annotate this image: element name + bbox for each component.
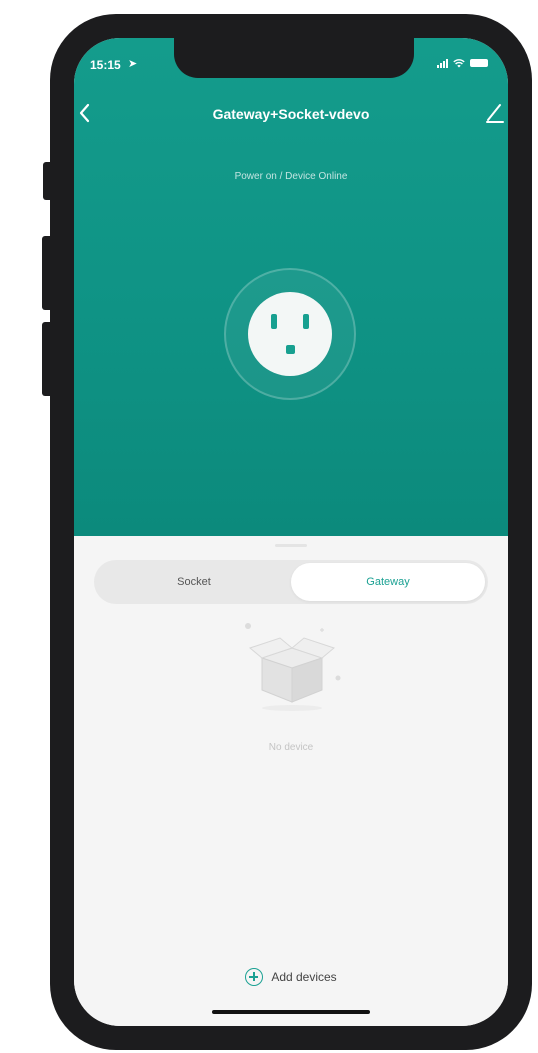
notch [174, 38, 414, 78]
app-screen: 15:15 ➤ Gateway+Socket-vdevo Power on / … [74, 38, 508, 1026]
empty-state-message: No device [268, 742, 314, 753]
page-title: Gateway+Socket-vdevo [212, 106, 370, 122]
outlet-right-slot [303, 314, 309, 329]
status-time: 15:15 [90, 58, 121, 72]
power-outlet-icon [248, 292, 332, 376]
signal-icon [437, 58, 448, 68]
outlet-ground-hole [286, 345, 295, 354]
device-frame-stage: 15:15 ➤ Gateway+Socket-vdevo Power on / … [0, 0, 538, 1053]
wifi-icon [453, 59, 465, 68]
outlet-left-slot [271, 314, 277, 329]
tab-gateway[interactable]: Gateway [291, 563, 485, 601]
device-hero: 15:15 ➤ Gateway+Socket-vdevo Power on / … [74, 38, 508, 536]
phone-frame: 15:15 ➤ Gateway+Socket-vdevo Power on / … [50, 14, 532, 1050]
empty-box-icon [245, 623, 341, 711]
gateway-panel: Socket Gateway No device Add devices [74, 536, 508, 1026]
drag-handle[interactable] [275, 544, 307, 547]
status-icons [437, 58, 488, 68]
add-devices-button[interactable]: Add devices [74, 968, 508, 986]
location-arrow-icon: ➤ [128, 58, 138, 70]
tab-socket[interactable]: Socket [97, 563, 291, 601]
battery-icon [470, 59, 488, 67]
home-indicator[interactable] [212, 1010, 370, 1014]
add-devices-label: Add devices [271, 970, 337, 984]
plus-circle-icon [245, 968, 264, 986]
segment-tabs: Socket Gateway [94, 560, 488, 604]
device-status-text: Power on / Device Online [234, 171, 348, 182]
power-toggle-button[interactable] [224, 268, 356, 400]
pencil-icon[interactable] [484, 100, 506, 124]
